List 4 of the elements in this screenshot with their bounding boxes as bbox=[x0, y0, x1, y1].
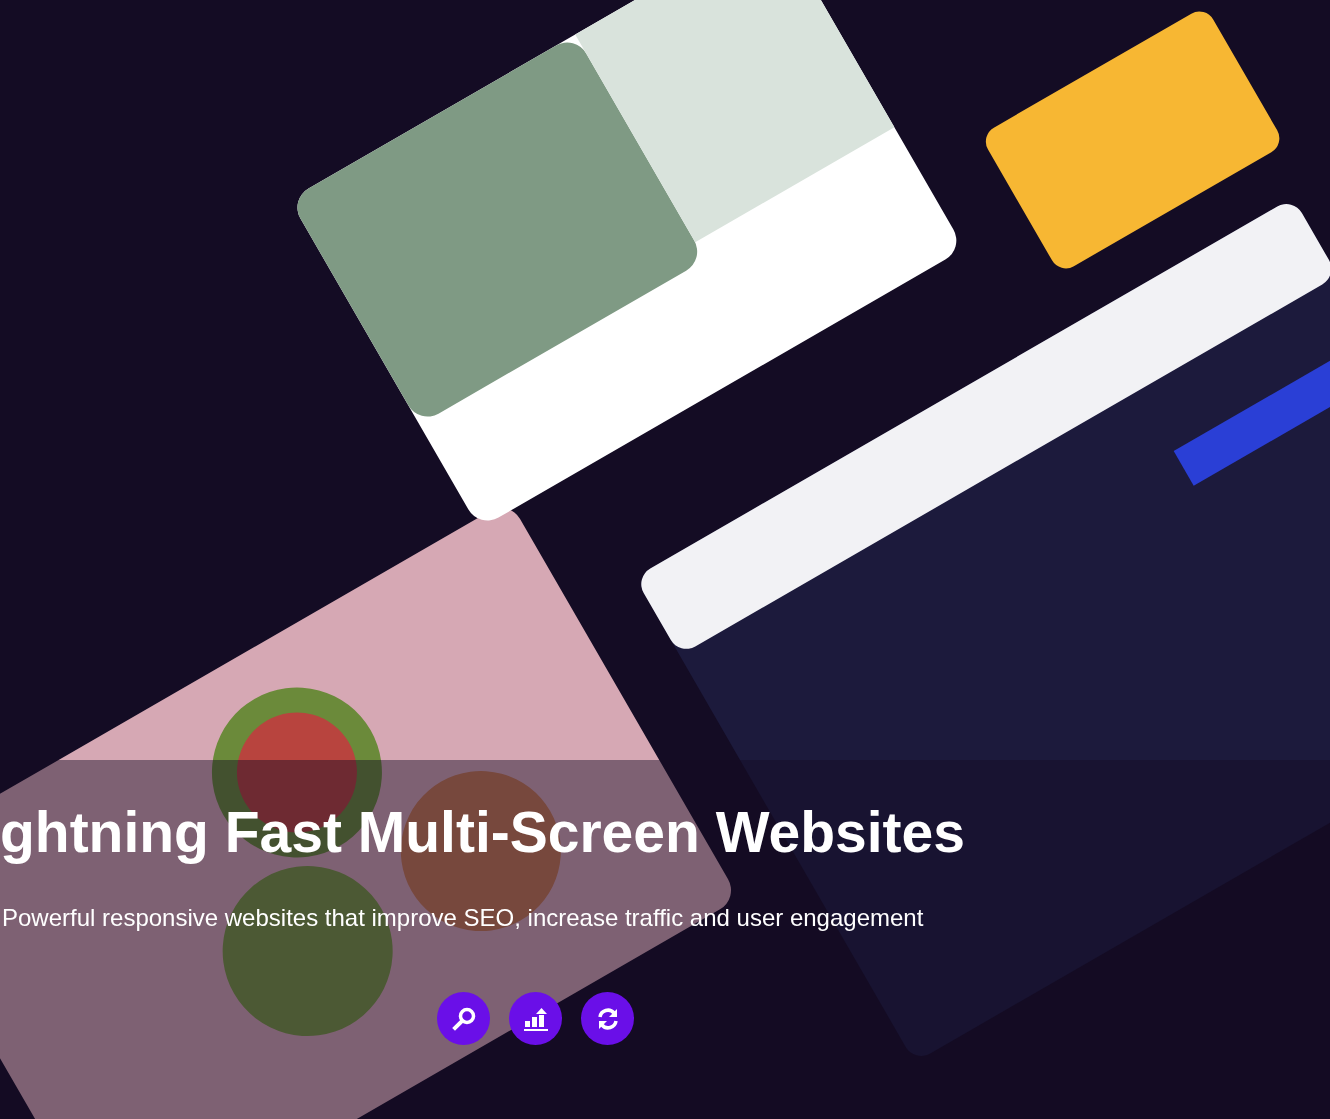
chart-icon bbox=[521, 1005, 550, 1032]
hero-subtitle: Powerful responsive websites that improve SEO, increase traffic and user engagement bbox=[1, 903, 924, 933]
search-icon bbox=[450, 1005, 477, 1032]
hero-title: ghtning Fast Multi-Screen Websites bbox=[0, 799, 965, 866]
